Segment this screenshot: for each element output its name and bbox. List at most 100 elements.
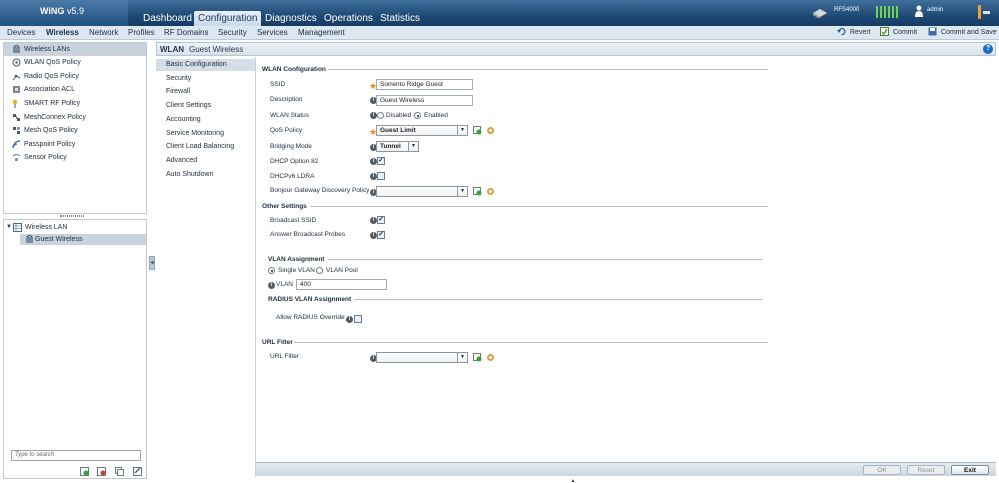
description-input[interactable]: Guest Wireless [376,95,473,106]
bonjour-select[interactable]: ▼ [376,186,468,197]
section-divider [354,299,762,300]
radius-override-checkbox[interactable] [354,315,362,323]
menu-basic-configuration[interactable]: Basic Configuration [156,59,255,71]
meshconnex-icon [13,114,20,121]
logo-area: WiNG v5.9 [0,0,128,26]
form-action-bar: OK Reset Exit [256,462,996,476]
menu-auto-shutdown[interactable]: Auto Shutdown [156,169,255,181]
subtab-security[interactable]: Security [218,27,247,39]
nav-label: Wireless LANs [24,46,70,53]
subtab-devices[interactable]: Devices [7,27,35,39]
tree-root[interactable]: Wireless LAN [25,222,67,233]
nav-meshconnex[interactable]: MeshConnex Policy [4,111,146,124]
nav-wlan-qos[interactable]: WLAN QoS Policy [4,56,146,69]
info-icon: i [370,232,377,239]
answer-probes-checkbox[interactable]: ✓ [377,231,385,239]
bridging-mode-value: Tunnel [380,143,401,150]
radio-qos-icon [12,74,21,81]
section-url-filter: URL Filter [262,339,293,346]
menu-service-monitoring[interactable]: Service Monitoring [156,128,255,140]
collapse-left-panel-button[interactable]: ◂ [149,256,155,270]
copy-icon[interactable] [115,467,124,476]
qos-policy-select[interactable]: Guest Limit ▼ [376,125,468,136]
section-radius-vlan: RADIUS VLAN Assignment [268,296,352,303]
save-icon [928,27,937,36]
status-enabled-radio[interactable] [414,112,421,119]
description-label: Description [270,96,303,103]
single-vlan-radio[interactable] [268,267,275,274]
bridging-mode-select[interactable]: Tunnel ▼ [376,141,419,152]
edit-policy-icon[interactable] [486,126,495,135]
sub-nav: Devices Wireless Network Profiles RF Dom… [0,26,999,40]
nav-label: SMART RF Policy [24,100,81,107]
search-input[interactable]: Type to search [11,450,141,461]
vlan-input[interactable]: 400 [296,279,387,290]
dhcp82-checkbox[interactable]: ✓ [377,157,385,165]
nav-label: MeshConnex Policy [24,114,86,121]
subtab-services[interactable]: Services [257,27,288,39]
menu-advanced[interactable]: Advanced [156,155,255,167]
nav-wireless-lans[interactable]: Wireless LANs [4,43,146,56]
info-icon: i [370,217,377,224]
edit-policy-icon[interactable] [486,187,495,196]
mesh-qos-icon [13,127,20,134]
menu-client-load-balancing[interactable]: Client Load Balancing [156,141,255,153]
info-icon: i [370,112,377,119]
vlan-pool-radio[interactable] [316,267,323,274]
section-vlan-assignment: VLAN Assignment [268,256,325,263]
status-disabled-label: Disabled [386,112,412,119]
commit-save-button[interactable]: Commit and Save [928,27,997,39]
dhcpv6-checkbox[interactable] [377,172,385,180]
nav-sensor[interactable]: Sensor Policy [4,151,146,164]
menu-firewall[interactable]: Firewall [156,86,255,98]
nav-association-acl[interactable]: Association ACL [4,83,146,96]
edit-policy-icon[interactable] [486,353,495,362]
acl-icon [13,86,20,93]
logout-icon[interactable] [977,3,991,21]
nav-passpoint[interactable]: Passpoint Policy [4,138,146,151]
reset-button[interactable]: Reset [907,465,945,475]
content-header: WLAN Guest Wireless ? [156,42,996,56]
panel-splitter[interactable] [60,215,84,217]
add-icon[interactable] [80,467,89,476]
subtab-rf-domains[interactable]: RF Domains [164,27,208,39]
subtab-management[interactable]: Management [298,27,345,39]
broadcast-ssid-checkbox[interactable]: ✓ [377,216,385,224]
create-policy-icon[interactable] [473,187,482,196]
ssid-input[interactable]: Sorrento Ridge Guest [376,79,473,90]
resize-grip-icon[interactable]: ▲ [568,478,578,483]
tab-diagnostics[interactable]: Diagnostics [261,11,321,26]
top-bar: WiNG v5.9 Dashboard Configuration Diagno… [0,0,999,26]
tree-expand-toggle[interactable]: ▼ [6,222,12,233]
rename-icon[interactable] [133,467,142,476]
create-policy-icon[interactable] [473,126,482,135]
status-disabled-radio[interactable] [377,112,384,119]
nav-radio-qos[interactable]: Radio QoS Policy [4,70,146,83]
url-filter-select[interactable]: ▼ [376,352,468,363]
subtab-wireless[interactable]: Wireless [46,27,79,39]
nav-mesh-qos[interactable]: Mesh QoS Policy [4,124,146,137]
subtab-profiles[interactable]: Profiles [128,27,155,39]
tab-dashboard[interactable]: Dashboard [139,11,196,26]
tab-statistics[interactable]: Statistics [376,11,424,26]
ok-button[interactable]: OK [863,465,901,475]
revert-button[interactable]: Revert [837,27,871,39]
basic-configuration-form: WLAN Configuration SSID ★ Sorrento Ridge… [256,57,996,461]
section-wlan-configuration: WLAN Configuration [262,66,326,73]
create-policy-icon[interactable] [473,353,482,362]
exit-button[interactable]: Exit [951,465,989,475]
menu-accounting[interactable]: Accounting [156,114,255,126]
commit-button[interactable]: Commit [880,27,917,39]
delete-icon[interactable] [97,467,106,476]
subtab-network[interactable]: Network [89,27,118,39]
menu-client-settings[interactable]: Client Settings [156,100,255,112]
nav-label: WLAN QoS Policy [24,59,81,66]
tab-operations[interactable]: Operations [320,11,377,26]
wireless-nav-panel: Wireless LANs WLAN QoS Policy Radio QoS … [3,42,147,214]
info-icon: i [370,173,377,180]
menu-security[interactable]: Security [156,73,255,85]
nav-smart-rf[interactable]: SMART RF Policy [4,97,146,110]
help-icon[interactable]: ? [983,44,993,54]
tab-configuration[interactable]: Configuration [194,11,262,26]
wireless-lan-icon [13,45,20,53]
